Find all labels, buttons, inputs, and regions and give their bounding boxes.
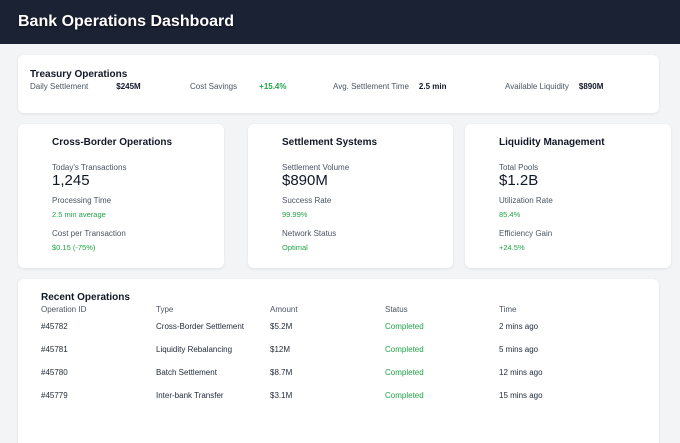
metric-label: Available Liquidity xyxy=(505,82,569,91)
processing-label: Processing Time xyxy=(52,196,112,205)
settlement-systems-card: Settlement Systems Settlement Volume $89… xyxy=(248,124,453,268)
cost-label: Cost per Transaction xyxy=(52,229,126,238)
metric-value: +15.4% xyxy=(259,82,287,91)
column-header-type: Type xyxy=(156,305,174,314)
recent-operations-card: Recent Operations Operation ID Type Amou… xyxy=(18,279,659,443)
metric-value: $245M xyxy=(116,82,141,91)
app-header: Bank Operations Dashboard xyxy=(0,0,680,44)
cost-value: $0.15 (-75%) xyxy=(52,243,96,252)
processing-value: 2.5 min average xyxy=(52,210,106,219)
column-header-amount: Amount xyxy=(270,305,298,314)
liquidity-title: Liquidity Management xyxy=(499,137,605,148)
cross-border-title: Cross-Border Operations xyxy=(52,137,173,148)
success-value: 99.99% xyxy=(282,210,308,219)
metric-value: $890M xyxy=(578,82,604,91)
operation-time-cell: 12 mins ago xyxy=(499,368,543,377)
operation-type-cell: Batch Settlement xyxy=(156,368,217,377)
operation-type-cell: Liquidity Rebalancing xyxy=(156,345,233,354)
pools-value: $1.2B xyxy=(499,172,539,189)
metric-label: Daily Settlement xyxy=(30,82,89,91)
success-label: Success Rate xyxy=(282,196,332,205)
operation-amount-cell: $3.1M xyxy=(270,391,293,400)
network-label: Network Status xyxy=(282,229,337,238)
metric-cost-savings: Cost Savings +15.4% xyxy=(190,82,287,91)
settlement-title: Settlement Systems xyxy=(282,137,378,148)
operation-id-cell[interactable]: #45781 xyxy=(41,345,68,354)
treasury-metrics: Daily Settlement $245M Cost Savings +15.4%… xyxy=(30,82,647,96)
metric-value: 2.5 min xyxy=(418,82,447,91)
operation-id-cell[interactable]: #45779 xyxy=(41,391,68,400)
metric-daily-settlement: Daily Settlement $245M xyxy=(30,82,141,91)
utilization-value: 85.4% xyxy=(499,210,521,219)
operation-amount-cell: $12M xyxy=(270,345,291,354)
transactions-label: Today's Transactions xyxy=(52,163,127,172)
operation-id-cell[interactable]: #45780 xyxy=(41,368,68,377)
transactions-value: 1,245 xyxy=(52,172,90,189)
efficiency-label: Efficiency Gain xyxy=(499,229,553,238)
treasury-operations-card: Treasury Operations Daily Settlement $245… xyxy=(18,55,659,113)
operation-time-cell: 2 mins ago xyxy=(499,322,539,331)
efficiency-value: +24.5% xyxy=(499,243,525,252)
operation-amount-cell: $5.2M xyxy=(270,322,293,331)
page-title: Bank Operations Dashboard xyxy=(18,13,235,30)
operation-id-cell[interactable]: #45782 xyxy=(41,322,68,331)
operation-time-cell: 5 mins ago xyxy=(499,345,539,354)
operation-status-cell: Completed xyxy=(385,368,424,377)
liquidity-management-card: Liquidity Management Total Pools $1.2B U… xyxy=(465,124,671,268)
volume-value: $890M xyxy=(282,172,328,189)
column-header-status: Status xyxy=(385,305,408,314)
operation-time-cell: 15 mins ago xyxy=(499,391,543,400)
column-header-operation-id: Operation ID xyxy=(41,305,87,314)
operation-type-cell: Inter-bank Transfer xyxy=(156,391,224,400)
metric-label: Cost Savings xyxy=(190,82,238,91)
volume-label: Settlement Volume xyxy=(282,163,350,172)
operation-type-cell: Cross-Border Settlement xyxy=(156,322,245,331)
cross-border-card: Cross-Border Operations Today's Transact… xyxy=(18,124,224,268)
pools-label: Total Pools xyxy=(499,163,539,172)
column-header-time: Time xyxy=(499,305,517,314)
recent-operations-title: Recent Operations xyxy=(41,292,130,303)
metric-available-liquidity: Available Liquidity $890M xyxy=(505,82,603,91)
treasury-title: Treasury Operations xyxy=(30,69,128,80)
operation-status-cell: Completed xyxy=(385,391,424,400)
metric-label: Avg. Settlement Time xyxy=(333,82,409,91)
operation-amount-cell: $8.7M xyxy=(270,368,293,377)
operation-status-cell: Completed xyxy=(385,322,424,331)
metric-avg-settlement-time: Avg. Settlement Time 2.5 min xyxy=(333,82,446,91)
utilization-label: Utilization Rate xyxy=(499,196,553,205)
operation-status-cell: Completed xyxy=(385,345,424,354)
network-value: Optimal xyxy=(282,243,308,252)
